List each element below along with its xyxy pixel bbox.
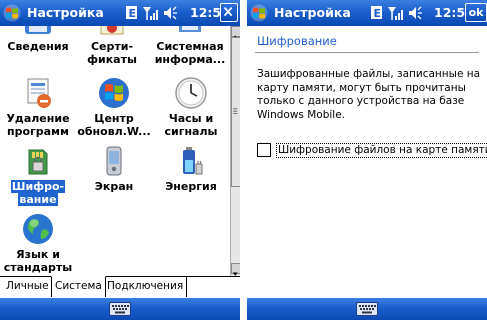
item-info[interactable]: Сведения bbox=[0, 26, 76, 62]
item-label-line1: Энергия bbox=[165, 180, 217, 193]
divider bbox=[255, 52, 479, 53]
power-icon bbox=[183, 147, 203, 175]
item-label-line1: Экран bbox=[94, 180, 134, 193]
item-system-info[interactable]: Системная информа... bbox=[152, 26, 228, 70]
tab-personal[interactable]: Личные bbox=[3, 277, 53, 297]
signal-icon bbox=[388, 7, 403, 20]
info-icon bbox=[25, 26, 51, 34]
window-title: Настройка bbox=[274, 5, 351, 20]
menu-bar bbox=[247, 298, 487, 320]
description-line: только с данного устройства на базе bbox=[257, 95, 465, 107]
close-icon bbox=[223, 7, 233, 17]
description-line: Windows Mobile. bbox=[257, 108, 345, 121]
item-encryption[interactable]: Шифро- вание bbox=[0, 144, 76, 206]
item-label-line2: программ bbox=[6, 125, 70, 138]
description-line: Зашифрованные файлы, записанные на bbox=[257, 68, 481, 80]
tab-connections[interactable]: Подключения bbox=[104, 277, 188, 297]
svg-text:E: E bbox=[129, 7, 137, 20]
screen-icon bbox=[106, 146, 122, 176]
item-screen[interactable]: Экран bbox=[76, 144, 152, 194]
windows-start-icon[interactable] bbox=[3, 4, 21, 22]
item-regional[interactable]: Язык и стандарты bbox=[0, 212, 76, 274]
title-bar: Настройка E 12:52 bbox=[0, 0, 240, 26]
certificates-icon bbox=[100, 26, 124, 35]
keyboard-icon[interactable] bbox=[109, 302, 131, 316]
item-label-line2: информа... bbox=[154, 53, 226, 66]
status-icons[interactable]: E bbox=[126, 4, 196, 22]
item-label-line1: Шифро- bbox=[10, 180, 66, 193]
item-certificates[interactable]: Серти- фикаты bbox=[74, 26, 150, 70]
clock-icon bbox=[175, 77, 207, 109]
item-label-line1: Системная bbox=[156, 40, 224, 53]
item-label-line1: Сведения bbox=[7, 40, 69, 53]
keyboard-icon[interactable] bbox=[356, 302, 378, 316]
item-windows-update[interactable]: Центр обновл.W... bbox=[76, 76, 152, 138]
windows-update-icon bbox=[99, 78, 129, 108]
edge-icon: E bbox=[126, 6, 137, 20]
title-bar: Настройка E 12:52 ok bbox=[247, 0, 487, 26]
item-label-line1: Удаление bbox=[6, 112, 70, 125]
globe-icon bbox=[23, 214, 53, 244]
ok-button[interactable]: ok bbox=[465, 3, 487, 22]
item-label-line1: Серти- bbox=[90, 40, 134, 53]
system-info-icon bbox=[179, 26, 201, 32]
settings-icon-grid: Сведения Серти- фикаты Системная информа… bbox=[0, 26, 230, 276]
window-title: Настройка bbox=[27, 5, 104, 20]
item-label-line2: стандарты bbox=[3, 261, 73, 274]
menu-bar bbox=[0, 298, 240, 320]
item-label-line2: сигналы bbox=[164, 125, 218, 138]
remove-programs-icon bbox=[27, 78, 51, 108]
scroll-down-button[interactable] bbox=[231, 263, 240, 276]
volume-icon bbox=[164, 6, 177, 20]
page-title: Шифрование bbox=[257, 34, 337, 48]
status-icons[interactable]: E bbox=[371, 4, 441, 22]
grip-icon bbox=[233, 108, 238, 114]
item-label-line1: Часы и bbox=[168, 112, 214, 125]
item-remove-programs[interactable]: Удаление программ bbox=[0, 76, 76, 138]
item-label-line1: Язык и bbox=[16, 248, 60, 261]
scroll-up-button[interactable] bbox=[231, 26, 240, 39]
svg-text:E: E bbox=[374, 7, 382, 20]
signal-icon bbox=[143, 7, 158, 20]
item-clock[interactable]: Часы и сигналы bbox=[153, 76, 229, 138]
settings-system-screen: Настройка E 12:52 Сведения Серти- фикаты… bbox=[0, 0, 240, 320]
description-line: карту памяти, могут быть прочитаны bbox=[257, 81, 466, 94]
item-label-line2: фикаты bbox=[87, 53, 137, 66]
tab-system[interactable]: Система bbox=[51, 276, 106, 297]
scrollbar-thumb[interactable] bbox=[231, 37, 240, 187]
item-power[interactable]: Энергия bbox=[153, 144, 229, 194]
encrypt-card-label[interactable]: Шифрование файлов на карте памяти. bbox=[276, 143, 487, 158]
encrypt-card-checkbox[interactable] bbox=[257, 143, 271, 157]
item-label-line2: обновл.W... bbox=[77, 125, 151, 138]
volume-icon bbox=[409, 6, 422, 20]
encryption-settings-screen: Настройка E 12:52 ok Шифрование Зашифров… bbox=[247, 0, 487, 320]
vertical-scrollbar[interactable] bbox=[230, 26, 240, 276]
tab-strip: Личные Система Подключения bbox=[0, 276, 240, 298]
item-label-line2: вание bbox=[18, 193, 58, 206]
edge-icon: E bbox=[371, 6, 382, 20]
windows-start-icon[interactable] bbox=[250, 4, 268, 22]
item-label-line1: Центр bbox=[94, 112, 134, 125]
close-button[interactable] bbox=[220, 3, 238, 22]
encryption-icon bbox=[28, 149, 48, 175]
description-text: Зашифрованные файлы, записанные на карту… bbox=[257, 68, 481, 122]
